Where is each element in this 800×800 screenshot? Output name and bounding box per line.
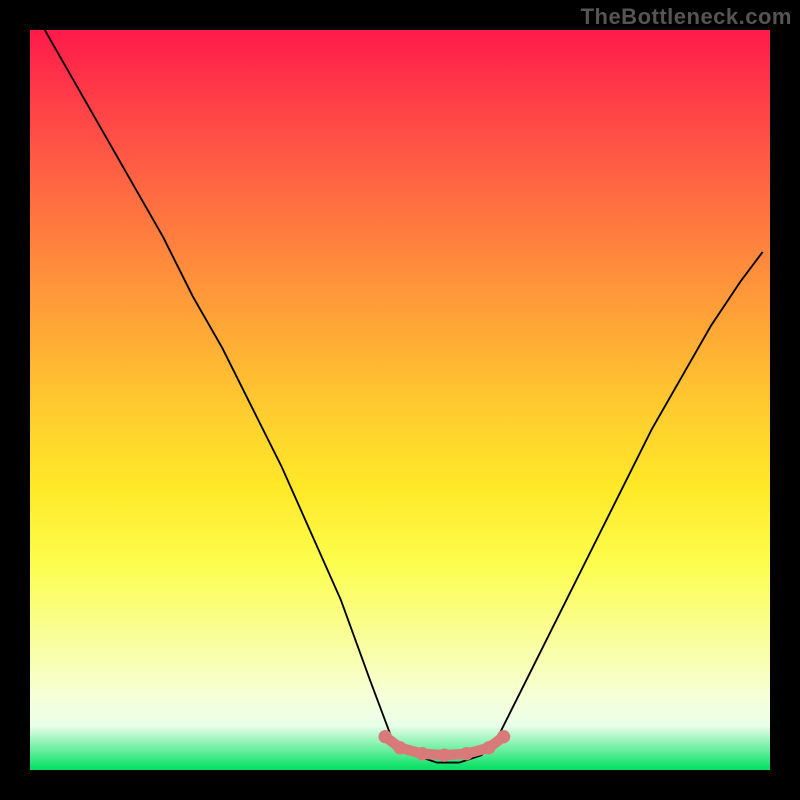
highlight-dot [482, 741, 495, 754]
highlight-dot [497, 730, 510, 743]
watermark-text: TheBottleneck.com [581, 4, 792, 30]
chart-highlight-dots [379, 730, 511, 762]
highlight-dot [379, 730, 392, 743]
highlight-dot [460, 747, 473, 760]
highlight-dot [438, 749, 451, 762]
highlight-dot [416, 747, 429, 760]
chart-svg [30, 30, 770, 770]
highlight-dot [393, 741, 406, 754]
chart-curve [45, 30, 763, 763]
